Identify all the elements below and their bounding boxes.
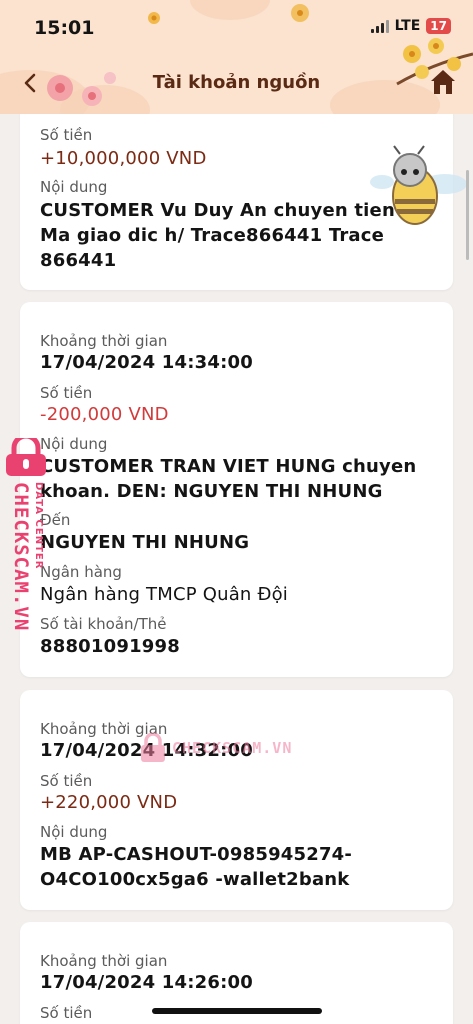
- amount-label: Số tiền: [40, 126, 93, 144]
- flower-decoration-icon: [291, 4, 309, 22]
- app-header: 15:01 LTE 17 Tài khoản nguồn: [0, 0, 473, 114]
- amount-label: Số tiền: [40, 384, 93, 402]
- watermark-brand: CHECKSCAM.VN: [10, 482, 32, 632]
- content-line: CUSTOMER Vu Duy An chuyen tien -: [40, 200, 410, 221]
- amount-label: Số tiền: [40, 772, 93, 790]
- checkscam-watermark-center: CHECKSCAM.VN: [140, 733, 292, 763]
- watermark-sub: DATA CENTER: [33, 482, 44, 570]
- scrollbar[interactable]: [466, 170, 469, 260]
- amount-label: Số tiền: [40, 1004, 93, 1022]
- time-label: Khoảng thời gian: [40, 952, 168, 970]
- time-label: Khoảng thời gian: [40, 332, 168, 350]
- time-value: 17/04/2024 14:34:00: [40, 352, 253, 373]
- content-line: MB AP-CASHOUT-0985945274-: [40, 844, 353, 865]
- status-indicators: LTE 17: [370, 18, 451, 34]
- network-type: LTE: [394, 18, 421, 34]
- battery-icon: 17: [426, 18, 451, 34]
- home-indicator[interactable]: [152, 1008, 322, 1014]
- signal-icon: [370, 19, 389, 33]
- amount-value: -200,000 VND: [40, 404, 169, 425]
- watermark-brand: CHECKSCAM.VN: [172, 739, 293, 757]
- transaction-list[interactable]: Số tiền +10,000,000 VND Nội dung CUSTOME…: [0, 114, 473, 1024]
- bank-value: Ngân hàng TMCP Quân Đội: [40, 584, 289, 605]
- lock-icon: [141, 733, 165, 762]
- account-label: Số tài khoản/Thẻ: [40, 615, 167, 633]
- content-label: Nội dung: [40, 178, 108, 196]
- time-value: 17/04/2024 14:26:00: [40, 972, 253, 993]
- content-line: 866441: [40, 250, 117, 271]
- lock-icon: [6, 438, 46, 476]
- flower-decoration-icon: [148, 12, 160, 24]
- account-value: 88801091998: [40, 636, 180, 657]
- transaction-card[interactable]: Khoảng thời gian 17/04/2024 14:32:00 Số …: [20, 690, 453, 910]
- page-title: Tài khoản nguồn: [152, 72, 321, 93]
- content-label: Nội dung: [40, 823, 108, 841]
- home-button[interactable]: [427, 66, 459, 98]
- transaction-card[interactable]: Khoảng thời gian 17/04/2024 14:34:00 Số …: [20, 302, 453, 677]
- to-value: NGUYEN THI NHUNG: [40, 532, 250, 553]
- amount-value: +220,000 VND: [40, 792, 178, 813]
- content-line: CUSTOMER TRAN VIET HUNG chuyen: [40, 456, 417, 477]
- status-time: 15:01: [34, 17, 95, 39]
- content-line: khoan. DEN: NGUYEN THI NHUNG: [40, 481, 383, 502]
- checkscam-watermark: CHECKSCAM.VN DATA CENTER: [4, 438, 56, 658]
- content-line: Ma giao dic h/ Trace866441 Trace: [40, 225, 385, 246]
- content-line: O4CO100cx5ga6 -wallet2bank: [40, 869, 350, 890]
- bee-mascot-icon[interactable]: [370, 144, 470, 234]
- amount-value: +10,000,000 VND: [40, 148, 207, 169]
